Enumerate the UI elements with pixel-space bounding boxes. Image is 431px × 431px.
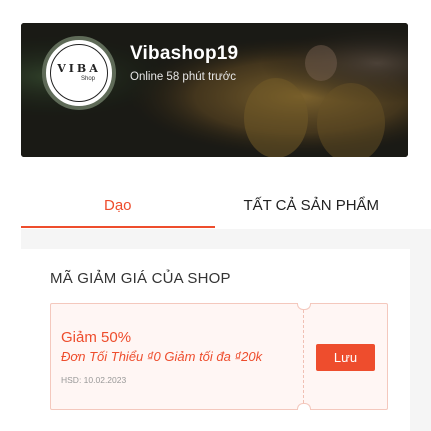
- voucher-title: Giảm 50%: [61, 329, 132, 346]
- voucher-notch-top: [297, 303, 311, 310]
- voucher-notch-bottom: [297, 403, 311, 410]
- voucher-expiry: HSD: 10.02.2023: [61, 375, 127, 385]
- voucher-description: Đơn Tối Thiểu ₫0 Giảm tối đa ₫20k: [61, 349, 263, 364]
- tab-explore[interactable]: Dạo: [21, 182, 215, 228]
- voucher-card: Giảm 50% Đơn Tối Thiểu ₫0 Giảm tối đa ₫2…: [50, 303, 388, 410]
- avatar-ring: [50, 44, 108, 102]
- shop-banner[interactable]: VIBA Shop Vibashop19 Online 58 phút trướ…: [21, 23, 408, 157]
- shop-name: Vibashop19: [130, 43, 239, 64]
- shop-voucher-section: MÃ GIẢM GIÁ CỦA SHOP Giảm 50% Đơn Tối Th…: [21, 249, 410, 431]
- voucher-divider: [303, 310, 304, 403]
- section-title: MÃ GIẢM GIÁ CỦA SHOP: [50, 270, 231, 287]
- shop-page: VIBA Shop Vibashop19 Online 58 phút trướ…: [0, 0, 431, 431]
- shop-avatar[interactable]: VIBA Shop: [42, 36, 116, 110]
- save-voucher-button[interactable]: Lưu: [316, 344, 375, 371]
- tab-all-products[interactable]: TẤT CẢ SẢN PHẨM: [215, 182, 409, 228]
- shop-online-status: Online 58 phút trước: [130, 71, 237, 83]
- shop-tabs: Dạo TẤT CẢ SẢN PHẨM: [21, 182, 408, 228]
